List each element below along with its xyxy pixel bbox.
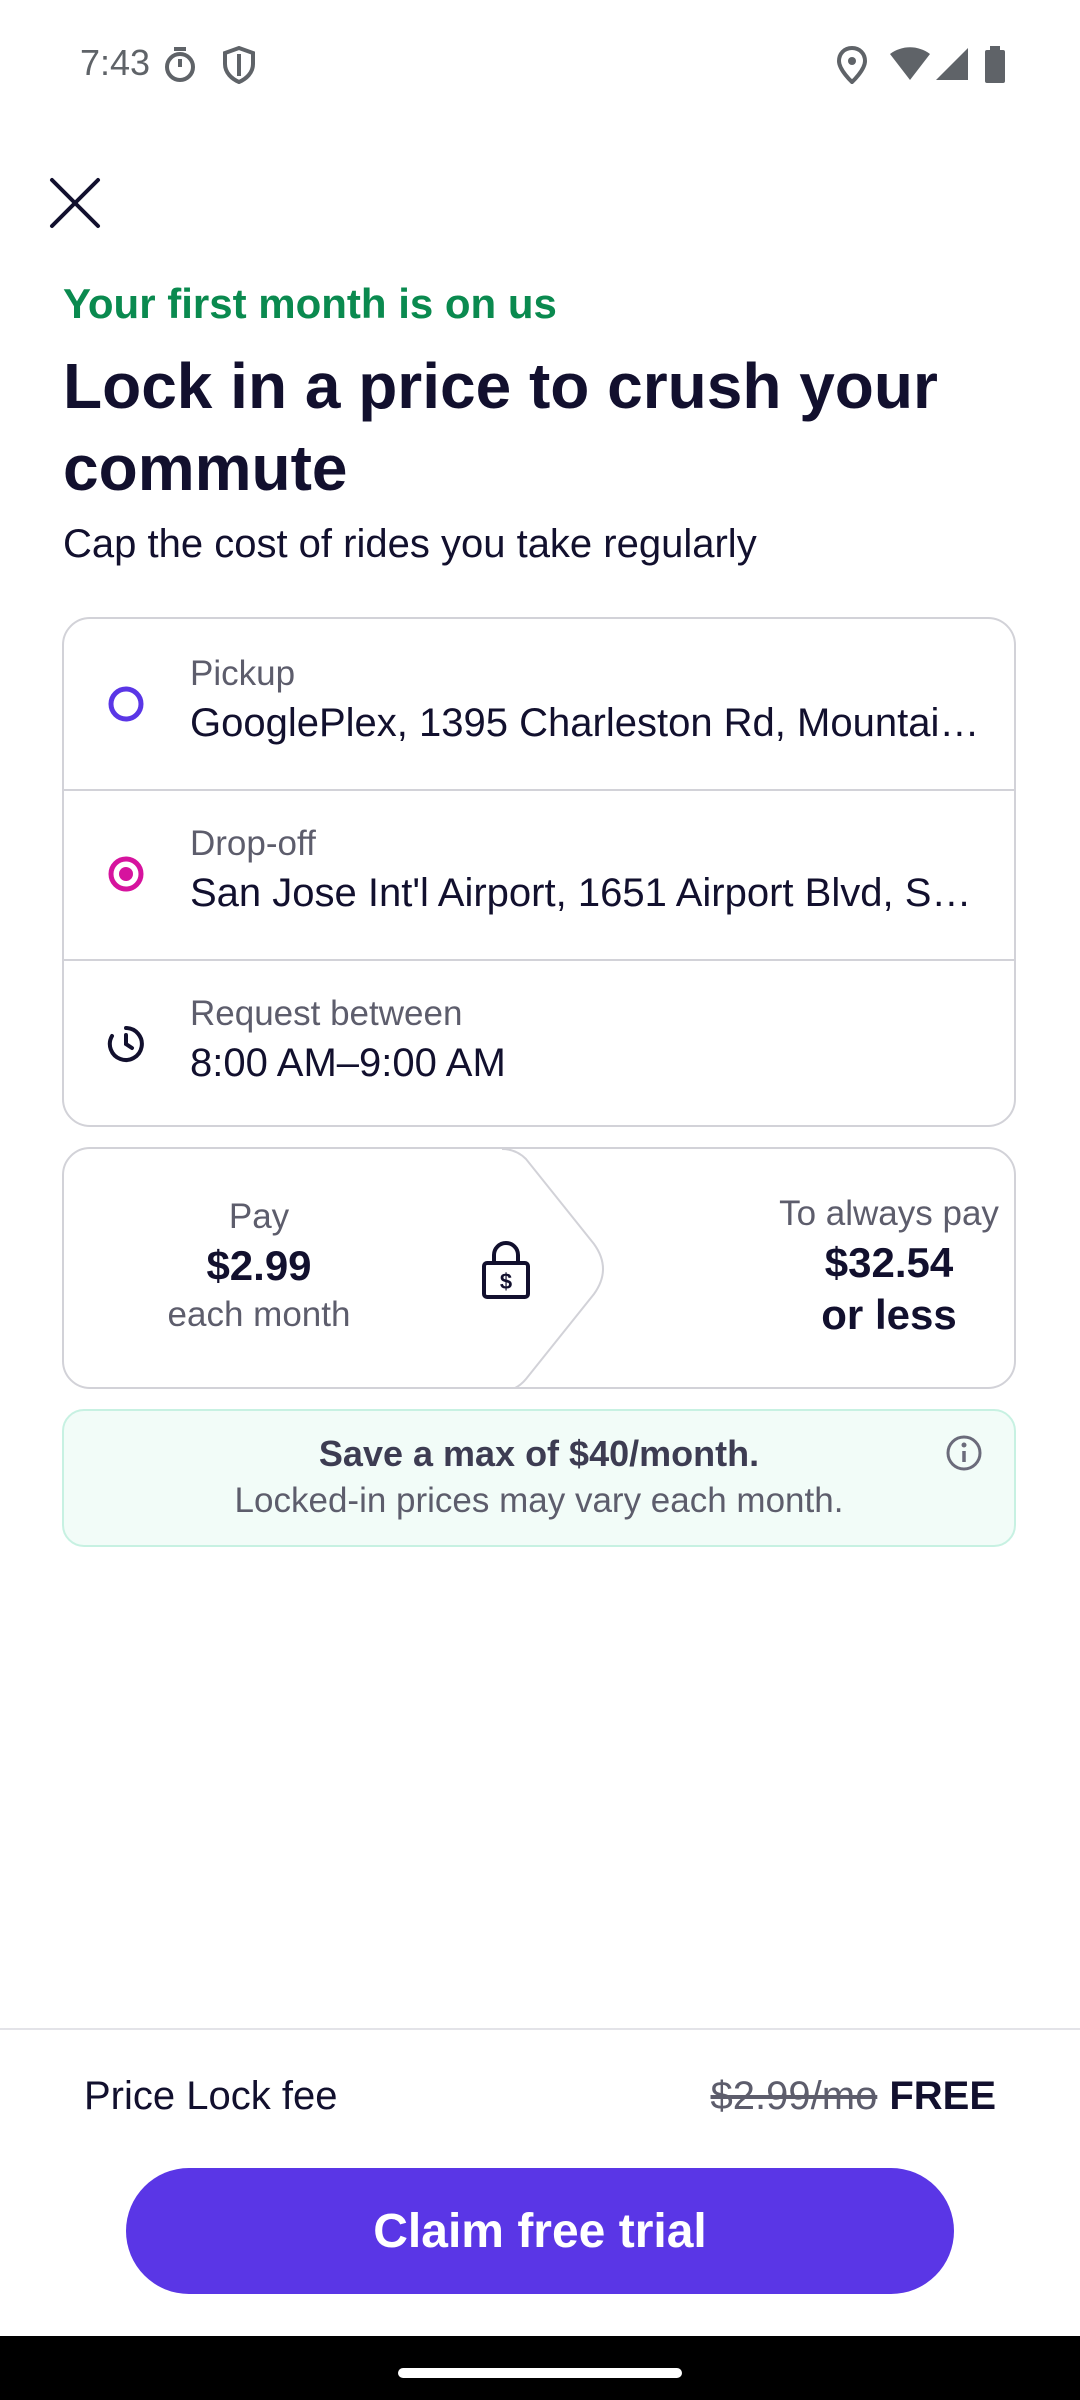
pay-label: Pay (228, 1197, 290, 1236)
status-bar: 7:43 (0, 0, 1080, 130)
price-lock-card: Pay $2.99 each month $ To always pay $32… (62, 1147, 1016, 1389)
monthly-fee-block: Pay $2.99 each month (124, 1194, 394, 1338)
wifi-icon (890, 47, 930, 80)
page-subtitle: Cap the cost of rides you take regularly (63, 522, 757, 566)
pickup-address: GooglePlex, 1395 Charleston Rd, Mountain… (190, 701, 980, 745)
pickup-row[interactable]: Pickup GooglePlex, 1395 Charleston Rd, M… (64, 619, 1014, 791)
price-cap-suffix: or less (821, 1291, 957, 1338)
lock-dollar-icon: $ (482, 1241, 530, 1299)
promo-eyebrow: Your first month is on us (63, 280, 557, 327)
home-gesture-handle[interactable] (398, 2368, 682, 2378)
price-cap-amount: $32.54 (824, 1239, 954, 1286)
location-icon (836, 46, 868, 84)
request-time-label: Request between (190, 994, 463, 1033)
always-label: To always pay (779, 1194, 999, 1233)
fee-label: Price Lock fee (84, 2074, 338, 2118)
price-cap-block: To always pay $32.54 or less (684, 1191, 1014, 1341)
close-button[interactable] (40, 168, 110, 238)
fee-free-label: FREE (889, 2074, 996, 2118)
battery-icon (985, 46, 1005, 83)
status-time: 7:43 (80, 42, 151, 83)
claim-free-trial-button[interactable]: Claim free trial (126, 2168, 954, 2294)
route-card: Pickup GooglePlex, 1395 Charleston Rd, M… (62, 617, 1016, 1127)
shield-icon (223, 46, 255, 84)
savings-note: Locked-in prices may vary each month. (234, 1481, 844, 1520)
svg-text:$: $ (500, 1269, 512, 1294)
dropoff-label: Drop-off (190, 824, 316, 863)
pay-period: each month (167, 1295, 351, 1334)
clock-icon (107, 1026, 144, 1062)
pickup-label: Pickup (190, 654, 296, 693)
dropoff-target-icon (108, 856, 144, 892)
footer-divider (0, 2028, 1080, 2030)
page-title: Lock in a price to crush your commute (63, 350, 938, 504)
request-time-value: 8:00 AM–9:00 AM (190, 1041, 506, 1085)
savings-banner: Save a max of $40/month. Locked-in price… (62, 1409, 1016, 1547)
savings-title: Save a max of $40/month. (318, 1433, 760, 1474)
pickup-circle-icon (108, 686, 144, 722)
pay-amount: $2.99 (206, 1242, 312, 1289)
fee-price: $2.99/mo FREE (711, 2074, 996, 2119)
signal-icon (936, 48, 968, 80)
request-time-row[interactable]: Request between 8:00 AM–9:00 AM (64, 959, 1014, 1125)
timer-icon (165, 47, 195, 82)
close-icon (50, 178, 100, 228)
dropoff-address: San Jose Int'l Airport, 1651 Airport Blv… (190, 871, 980, 915)
dropoff-row[interactable]: Drop-off San Jose Int'l Airport, 1651 Ai… (64, 789, 1014, 961)
fee-original-price: $2.99/mo (710, 2074, 878, 2118)
info-icon[interactable] (944, 1433, 984, 1473)
